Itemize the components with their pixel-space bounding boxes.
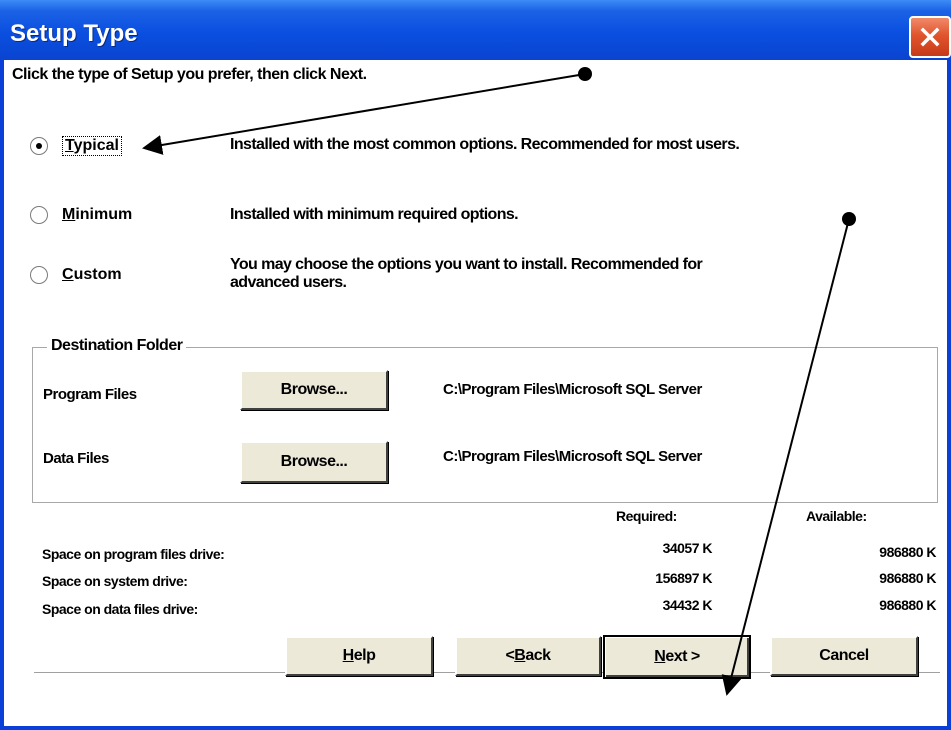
typical-description: Installed with the most common options. … xyxy=(230,136,740,153)
data-files-label: Data Files xyxy=(43,450,109,467)
radio-custom[interactable]: Custom xyxy=(30,266,122,284)
close-icon xyxy=(920,27,940,47)
data-files-path: C:\Program Files\Microsoft SQL Server xyxy=(443,448,702,465)
program-files-label: Program Files xyxy=(43,386,137,403)
space-system-available: 986880 K xyxy=(879,570,936,586)
space-program-files-available: 986880 K xyxy=(879,544,936,560)
instruction-text: Click the type of Setup you prefer, then… xyxy=(12,66,367,83)
space-data-files-required: 34432 K xyxy=(662,597,713,613)
space-data-files-available: 986880 K xyxy=(879,597,936,613)
setup-dialog: Setup Type Click the type of Setup you p… xyxy=(0,0,951,730)
radio-typical[interactable]: Typical xyxy=(30,136,122,156)
radio-button-typical[interactable] xyxy=(30,137,48,155)
radio-button-custom[interactable] xyxy=(30,266,48,284)
radio-label-minimum[interactable]: Minimum xyxy=(62,206,132,224)
radio-label-typical[interactable]: Typical xyxy=(62,136,122,156)
space-data-files-label: Space on data files drive: xyxy=(42,601,198,617)
radio-minimum[interactable]: Minimum xyxy=(30,206,132,224)
available-header: Available: xyxy=(806,508,867,524)
close-button[interactable] xyxy=(909,16,951,58)
browse-program-files-button[interactable]: Browse... xyxy=(240,370,388,410)
space-program-files-required: 34057 K xyxy=(662,540,713,556)
destination-folder-group: Destination Folder Program Files Browse.… xyxy=(32,337,938,503)
radio-label-custom[interactable]: Custom xyxy=(62,266,122,284)
minimum-description: Installed with minimum required options. xyxy=(230,206,519,223)
dialog-body: Click the type of Setup you prefer, then… xyxy=(4,60,947,726)
space-system-required: 156897 K xyxy=(655,570,712,586)
window-title: Setup Type xyxy=(10,20,138,47)
help-button[interactable]: Help xyxy=(285,636,433,676)
destination-folder-legend: Destination Folder xyxy=(47,337,187,355)
browse-data-files-button[interactable]: Browse... xyxy=(240,441,388,483)
next-button[interactable]: Next > xyxy=(603,635,751,679)
custom-description-line2: advanced users. xyxy=(230,274,347,291)
program-files-path: C:\Program Files\Microsoft SQL Server xyxy=(443,381,702,398)
space-system-label: Space on system drive: xyxy=(42,573,188,589)
radio-button-minimum[interactable] xyxy=(30,206,48,224)
back-button[interactable]: < Back xyxy=(455,636,601,676)
required-header: Required: xyxy=(616,508,677,524)
custom-description: You may choose the options you want to i… xyxy=(230,256,703,292)
cancel-button[interactable]: Cancel xyxy=(770,636,918,676)
title-bar[interactable]: Setup Type xyxy=(0,0,951,60)
custom-description-line1: You may choose the options you want to i… xyxy=(230,256,703,273)
space-program-files-label: Space on program files drive: xyxy=(42,546,225,562)
